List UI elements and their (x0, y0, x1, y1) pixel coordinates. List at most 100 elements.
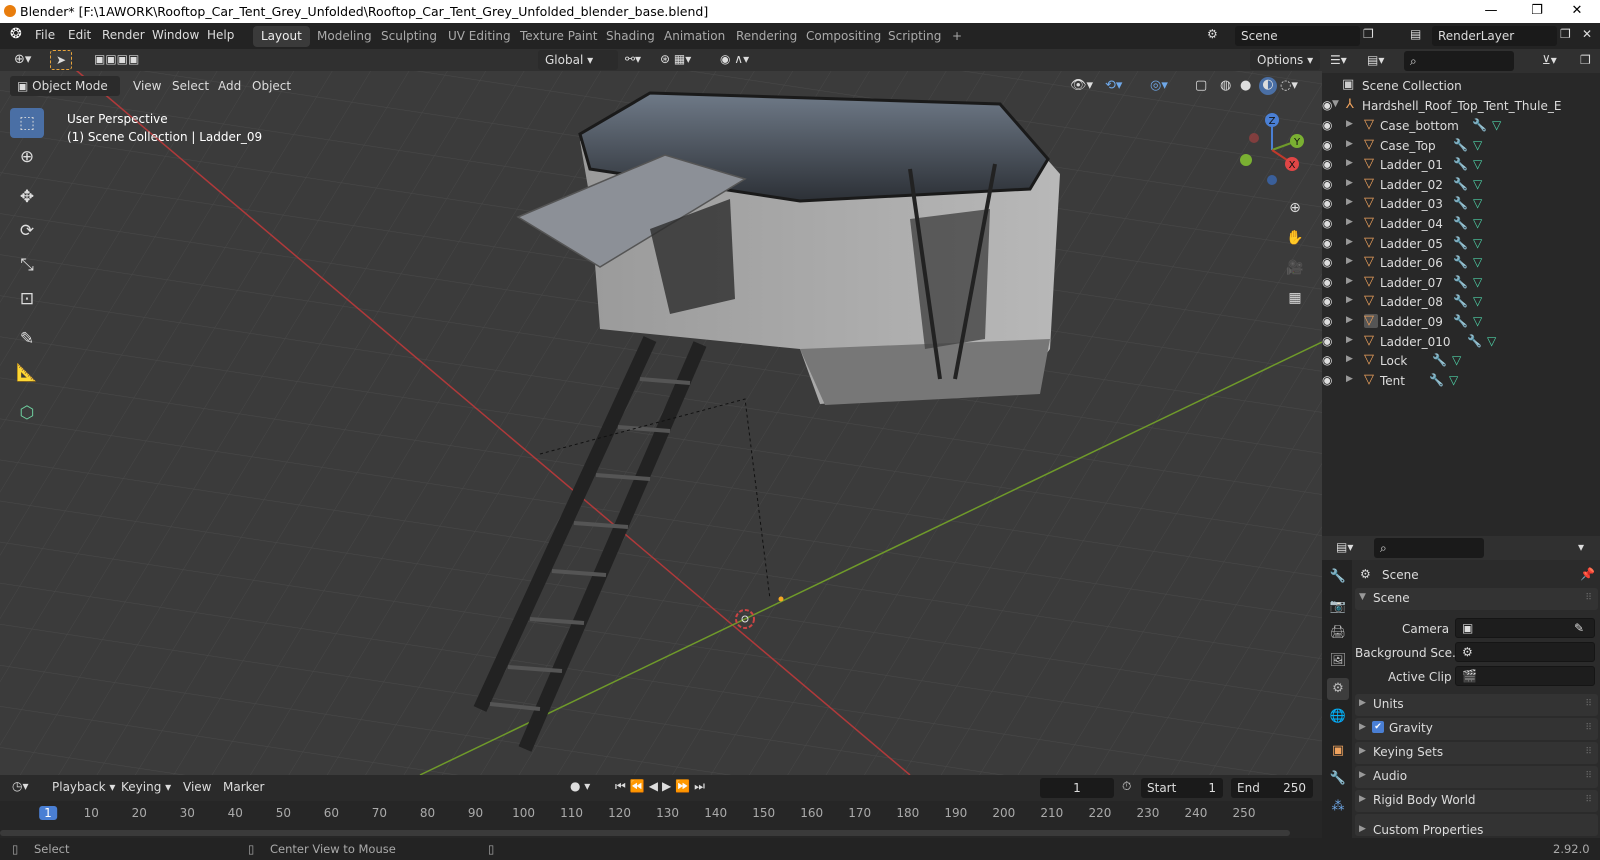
outliner-item-case-bottom[interactable]: ▶ ▽ Case_bottom 🔧 ▽ ◉ (1322, 116, 1600, 136)
tab-shading[interactable]: Shading (598, 26, 663, 47)
collapse-arrow-icon[interactable]: ▶ (1346, 119, 1353, 129)
scale-tool-icon[interactable]: ⤡ (10, 250, 44, 280)
annotate-tool-icon[interactable]: ✎ (10, 324, 44, 354)
object-tab-icon[interactable]: ▣ (1327, 740, 1349, 762)
editor-type-icon[interactable]: ⊕▾ (14, 52, 31, 67)
visibility-eye-icon[interactable]: ◉ (1322, 138, 1332, 152)
collapse-arrow-icon[interactable]: ▶ (1346, 237, 1353, 247)
outliner-item-ladder-01[interactable]: ▶ ▽ Ladder_01 🔧 ▽ ◉ (1322, 155, 1600, 175)
world-tab-icon[interactable]: 🌐 (1327, 706, 1349, 728)
filter-icon[interactable]: ⊻▾ (1542, 53, 1557, 67)
new-scene-icon[interactable]: ❐ (1363, 27, 1374, 41)
tab-scripting[interactable]: Scripting (880, 26, 949, 47)
collapse-arrow-icon[interactable]: ▶ (1346, 158, 1353, 168)
start-frame-field[interactable]: Start 1 (1141, 778, 1223, 798)
remove-layer-icon[interactable]: ✕ (1582, 27, 1592, 41)
collapse-arrow-icon[interactable]: ▶ (1346, 256, 1353, 266)
tab-animation[interactable]: Animation (656, 26, 733, 47)
move-tool-icon[interactable]: ✥ (10, 182, 44, 212)
visibility-eye-icon[interactable]: ◉ (1322, 314, 1332, 328)
outliner-item-ladder-05[interactable]: ▶ ▽ Ladder_05 🔧 ▽ ◉ (1322, 234, 1600, 254)
menu-edit[interactable]: Edit (68, 28, 91, 42)
drag-handle-icon[interactable]: ⠿ (1585, 771, 1592, 781)
collapse-arrow-icon[interactable]: ▶ (1346, 374, 1353, 384)
pan-icon[interactable]: ✋ (1282, 225, 1308, 251)
add-cube-tool-icon[interactable]: ⬡ (10, 398, 44, 428)
selection-mode-icons[interactable]: ▣▣▣▣ (90, 50, 185, 70)
visibility-eye-icon[interactable]: ◉ (1322, 373, 1332, 387)
outliner-editor-icon[interactable]: ☰▾ (1330, 53, 1347, 67)
render-layer-selector[interactable]: RenderLayer (1432, 26, 1557, 46)
collapse-arrow-icon[interactable]: ▶ (1346, 139, 1353, 149)
collapse-arrow-icon[interactable]: ▶ (1346, 217, 1353, 227)
eyedropper-icon[interactable]: ✎ (1574, 621, 1584, 635)
keying-sets-panel-header[interactable]: ▶ Keying Sets ⠿ (1355, 742, 1598, 764)
end-frame-field[interactable]: End 250 (1231, 778, 1313, 798)
outliner-item-ladder-02[interactable]: ▶ ▽ Ladder_02 🔧 ▽ ◉ (1322, 175, 1600, 195)
drag-handle-icon[interactable]: ⠿ (1585, 795, 1592, 805)
visibility-eye-icon[interactable]: ◉ (1322, 353, 1332, 367)
new-layer-icon[interactable]: ❐ (1560, 27, 1571, 41)
outliner-item-case-top[interactable]: ▶ ▽ Case_Top 🔧 ▽ ◉ (1322, 136, 1600, 156)
menu-add[interactable]: Add (218, 79, 241, 93)
modifier-tab-icon[interactable]: 🔧 (1327, 768, 1349, 790)
select-box-tool-icon[interactable]: ➤ (50, 50, 72, 70)
outliner-tree[interactable]: ▣ Scene Collection ▼ ⅄ Hardshell_Roof_Top_Te… (1322, 73, 1600, 536)
transform-tool-icon[interactable]: ⊡ (10, 284, 44, 314)
visibility-eye-icon[interactable]: ◉ (1322, 275, 1332, 289)
menu-keying[interactable]: Keying ▾ (121, 780, 171, 794)
timeline-editor-icon[interactable]: ◷▾ (12, 779, 29, 793)
minimize-button[interactable]: — (1468, 0, 1514, 23)
visibility-eye-icon[interactable]: ◉ (1322, 334, 1332, 348)
drag-handle-icon[interactable]: ⠿ (1585, 723, 1592, 733)
record-icon[interactable]: ● ▾ (570, 779, 590, 793)
navigation-gizmo[interactable]: Z Y X (1232, 110, 1312, 190)
menu-object[interactable]: Object (252, 79, 291, 93)
zoom-icon[interactable]: ⊕ (1282, 195, 1308, 221)
blender-menu-icon[interactable]: ❂ (10, 26, 22, 42)
menu-help[interactable]: Help (207, 28, 234, 42)
outliner-item-tent[interactable]: ▶ ▽ Tent 🔧 ▽ ◉ (1322, 371, 1600, 391)
scene-panel-header[interactable]: ▼ Scene ⠿ (1355, 588, 1598, 610)
gizmo-toggle-icon[interactable]: ⟲▾ (1105, 78, 1122, 93)
outliner-scene-collection[interactable]: ▣ Scene Collection (1322, 76, 1600, 96)
tab-sculpting[interactable]: Sculpting (373, 26, 445, 47)
collapse-arrow-icon[interactable]: ▶ (1346, 354, 1353, 364)
custom-properties-panel-header[interactable]: ▶ Custom Properties (1355, 814, 1598, 836)
outliner-item-ladder-08[interactable]: ▶ ▽ Ladder_08 🔧 ▽ ◉ (1322, 292, 1600, 312)
outliner-item-ladder-09[interactable]: ▶ ▽ Ladder_09 🔧 ▽ ◉ (1322, 312, 1600, 332)
tab-modeling[interactable]: Modeling (309, 26, 380, 47)
rigid-body-panel-header[interactable]: ▶ Rigid Body World ⠿ (1355, 790, 1598, 812)
visibility-eye-icon[interactable]: ◉ (1322, 157, 1332, 171)
mode-dropdown[interactable]: ▣ Object Mode (10, 76, 120, 96)
collapse-arrow-icon[interactable]: ▶ (1346, 197, 1353, 207)
menu-playback[interactable]: Playback ▾ (52, 780, 115, 794)
menu-marker[interactable]: Marker (223, 780, 264, 794)
visibility-eye-icon[interactable]: ◉ (1322, 216, 1332, 230)
collapse-arrow-icon[interactable]: ▶ (1346, 276, 1353, 286)
proportional-edit-icon[interactable]: ◉ ∧▾ (720, 52, 749, 66)
units-panel-header[interactable]: ▶ Units ⠿ (1355, 694, 1598, 716)
solid-shading-icon[interactable]: ● (1240, 78, 1251, 93)
particles-tab-icon[interactable]: ⁂ (1327, 796, 1349, 818)
output-tab-icon[interactable]: 🖨 (1327, 622, 1349, 644)
snap-icon[interactable]: ⊛ ▦▾ (660, 52, 691, 66)
xray-icon[interactable]: ▢ (1195, 78, 1207, 93)
collapse-arrow-icon[interactable]: ▶ (1346, 178, 1353, 188)
playback-controls-icon[interactable]: ⏮⏪◀▶⏩⏭ (615, 779, 709, 794)
scene-selector[interactable]: Scene (1235, 26, 1360, 46)
tab-rendering[interactable]: Rendering (728, 26, 805, 47)
menu-window[interactable]: Window (152, 28, 199, 42)
select-tool-icon[interactable]: ⬚ (10, 108, 44, 138)
rotate-tool-icon[interactable]: ⟳ (10, 216, 44, 246)
menu-select[interactable]: Select (172, 79, 209, 93)
expand-arrow-icon[interactable]: ▼ (1332, 99, 1339, 109)
active-clip-field[interactable]: 🎬 (1455, 666, 1595, 686)
new-collection-icon[interactable]: ❐ (1580, 53, 1591, 67)
close-button[interactable]: ✕ (1554, 0, 1600, 23)
visibility-eye-icon[interactable]: ◉ (1322, 177, 1332, 191)
collapse-arrow-icon[interactable]: ▶ (1346, 315, 1353, 325)
measure-tool-icon[interactable]: 📐 (10, 358, 44, 388)
visibility-eye-icon[interactable]: ◉ (1322, 196, 1332, 210)
outliner-item-ladder-010[interactable]: ▶ ▽ Ladder_010 🔧 ▽ ◉ (1322, 332, 1600, 352)
